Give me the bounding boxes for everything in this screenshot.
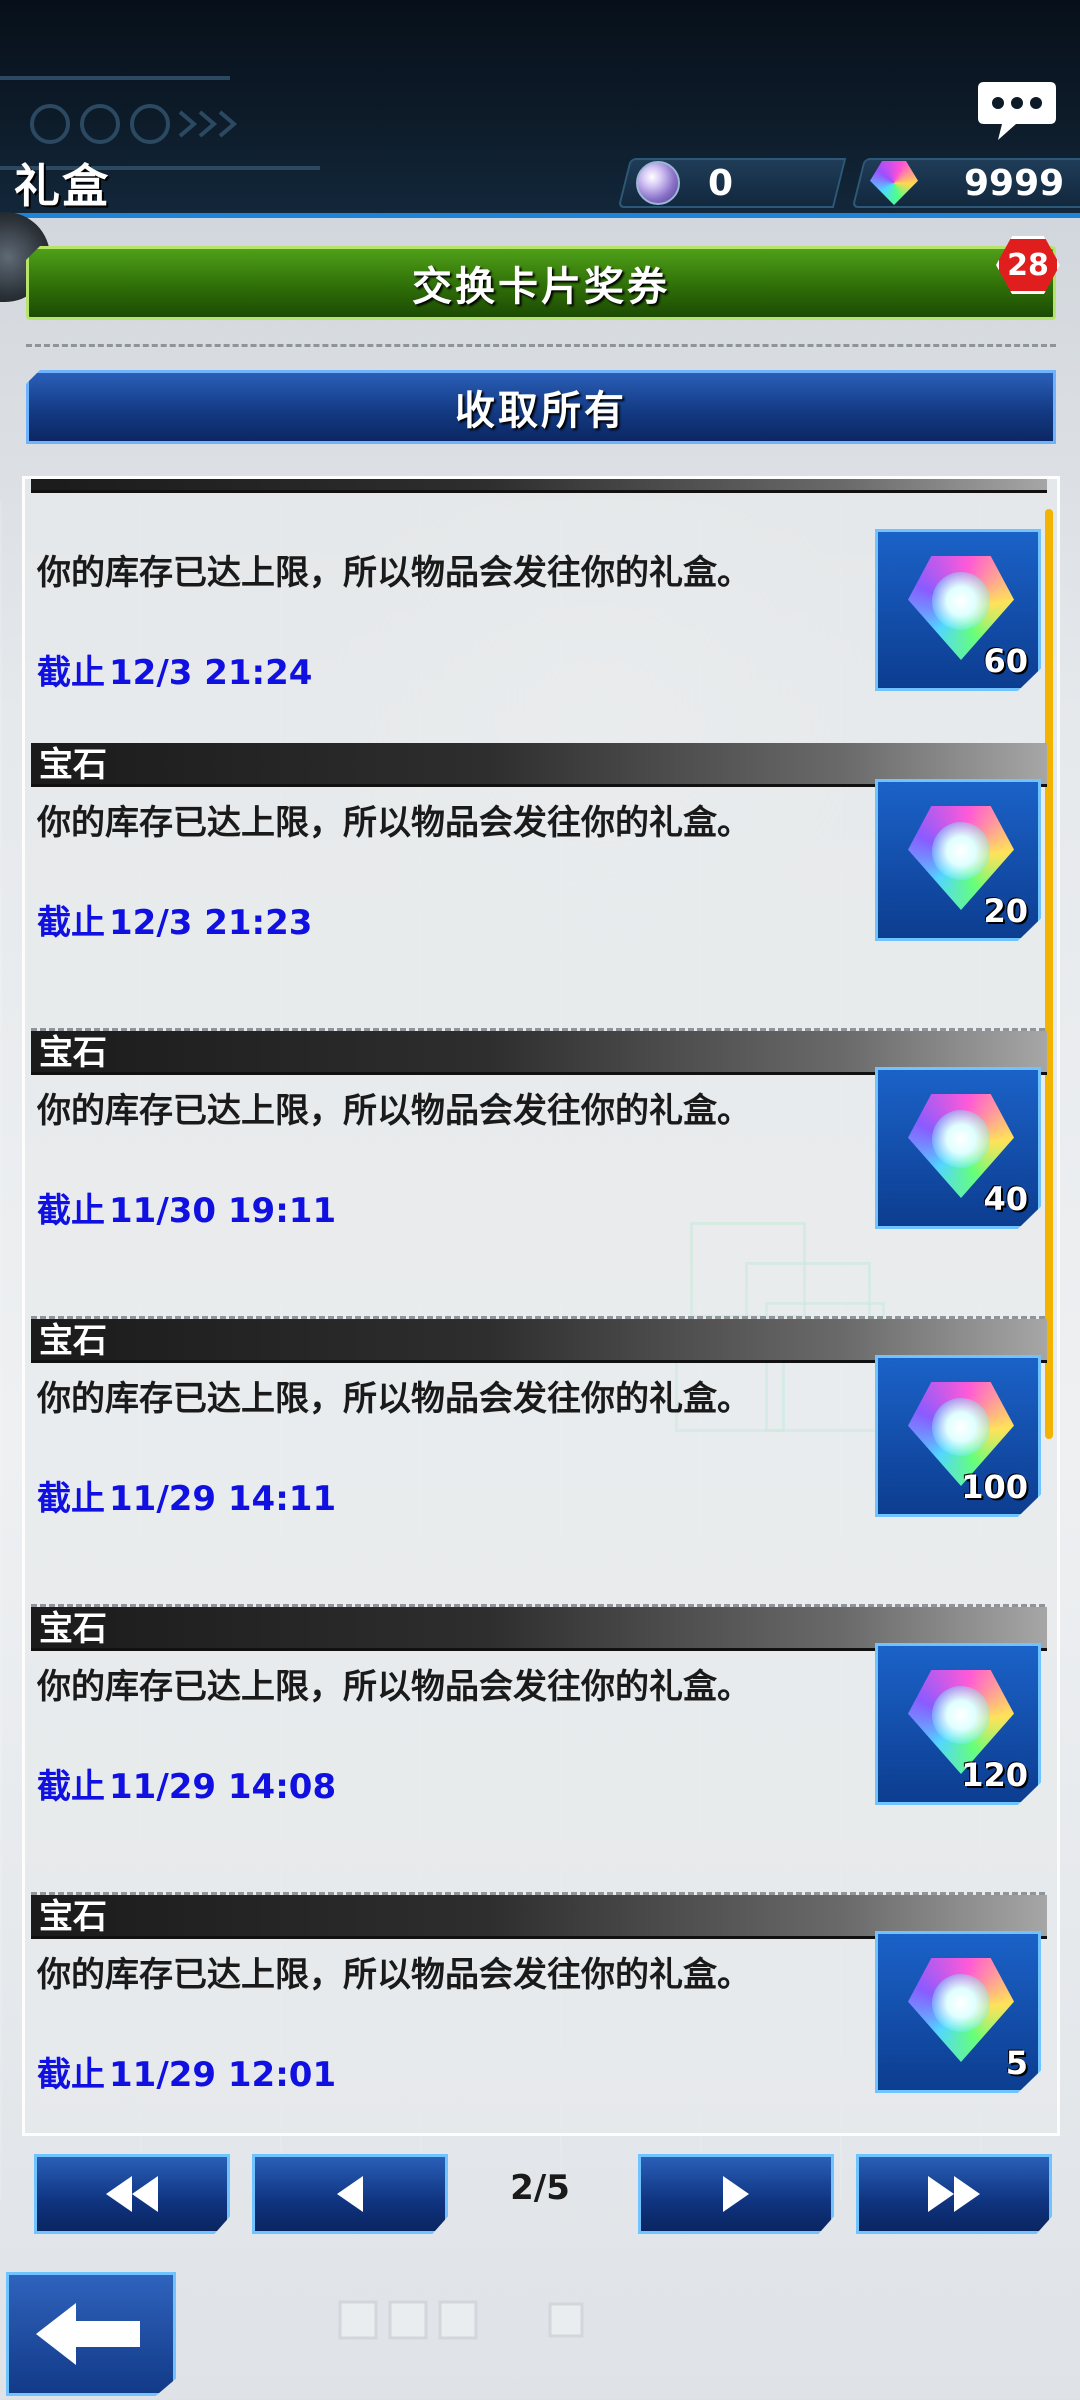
list-item[interactable]: 宝石 你的库存已达上限，所以物品会发往你的礼盒。 截止 11/29 14:11 1…: [25, 1319, 1051, 1607]
gem-quantity: 120: [961, 1756, 1028, 1794]
gem-reward-tile[interactable]: 60: [875, 529, 1041, 691]
footer-decoration: [338, 2300, 584, 2340]
item-description: 你的库存已达上限，所以物品会发往你的礼盒。: [37, 803, 751, 843]
list-item[interactable]: 你的库存已达上限，所以物品会发往你的礼盒。 截止 12/3 21:24 60: [25, 493, 1051, 781]
gem-glow: [932, 1686, 990, 1744]
item-description: 你的库存已达上限，所以物品会发往你的礼盒。: [37, 1379, 751, 1419]
item-description: 你的库存已达上限，所以物品会发往你的礼盒。: [37, 553, 751, 593]
deadline-time: 11/29 14:11: [109, 1479, 337, 1519]
exchange-card-tickets-button[interactable]: 交换卡片奖券: [26, 246, 1056, 320]
gem-reward-tile[interactable]: 120: [875, 1643, 1041, 1805]
list-item[interactable]: 宝石 你的库存已达上限，所以物品会发往你的礼盒。 截止 12/3 21:23 20: [25, 743, 1051, 1031]
gem-glow: [932, 822, 990, 880]
currency-orb: 0: [617, 158, 847, 208]
item-deadline: 截止 11/29 14:08: [37, 1759, 336, 1808]
deadline-label: 截止: [37, 1479, 105, 1519]
deadline-time: 11/29 14:08: [109, 1767, 337, 1807]
item-deadline: 截止 11/30 19:11: [37, 1183, 336, 1232]
page-indicator: 2/5: [510, 2168, 570, 2208]
receive-all-button[interactable]: 收取所有: [26, 370, 1056, 444]
divider: [26, 344, 1056, 347]
page-title: 礼盒: [14, 159, 110, 213]
item-description: 你的库存已达上限，所以物品会发往你的礼盒。: [37, 1667, 751, 1707]
next-page-icon: [723, 2176, 749, 2212]
last-page-button[interactable]: [856, 2154, 1052, 2234]
item-deadline: 截止 11/29 14:11: [37, 1471, 336, 1520]
deadline-label: 截止: [37, 1191, 105, 1231]
deadline-time: 11/29 12:01: [109, 2055, 337, 2095]
item-deadline: 截止 11/29 12:01: [37, 2047, 336, 2096]
gem-glow: [932, 1974, 990, 2032]
gem-glow: [932, 1110, 990, 1168]
gem-quantity: 60: [983, 642, 1028, 680]
list-item[interactable]: 宝石 你的库存已达上限，所以物品会发往你的礼盒。 截止 11/29 14:08 1…: [25, 1607, 1051, 1895]
deadline-label: 截止: [37, 903, 105, 943]
top-bar: 礼盒 0 9999: [0, 0, 1080, 218]
gem-glow: [932, 572, 990, 630]
gem-quantity: 40: [983, 1180, 1028, 1218]
gem-glow: [932, 1398, 990, 1456]
item-deadline: 截止 12/3 21:24: [37, 645, 312, 694]
gem-reward-tile[interactable]: 20: [875, 779, 1041, 941]
gem-reward-tile[interactable]: 40: [875, 1067, 1041, 1229]
gem-quantity: 5: [1005, 2044, 1028, 2082]
deadline-label: 截止: [37, 2055, 105, 2095]
deadline-time: 11/30 19:11: [109, 1191, 337, 1231]
next-page-button[interactable]: [638, 2154, 834, 2234]
last-page-icon: [928, 2176, 980, 2212]
orb-count: 0: [708, 162, 734, 204]
item-description: 你的库存已达上限，所以物品会发往你的礼盒。: [37, 1091, 751, 1131]
item-header-partial: [31, 479, 1047, 493]
gem-quantity: 20: [983, 892, 1028, 930]
gem-reward-tile[interactable]: 5: [875, 1931, 1041, 2093]
deadline-time: 12/3 21:23: [109, 903, 313, 943]
item-description: 你的库存已达上限，所以物品会发往你的礼盒。: [37, 1955, 751, 1995]
orb-icon: [636, 161, 680, 205]
prev-page-button[interactable]: [252, 2154, 448, 2234]
deadline-label: 截止: [37, 653, 105, 693]
list-item[interactable]: 宝石 你的库存已达上限，所以物品会发往你的礼盒。 截止 11/30 19:11 4…: [25, 1031, 1051, 1319]
item-deadline: 截止 12/3 21:23: [37, 895, 312, 944]
gem-reward-tile[interactable]: 100: [875, 1355, 1041, 1517]
deadline-time: 12/3 21:24: [109, 653, 313, 693]
back-arrow-icon: [36, 2303, 140, 2365]
gem-icon: [870, 161, 918, 205]
back-button[interactable]: [6, 2272, 176, 2396]
first-page-icon: [106, 2176, 158, 2212]
gift-list[interactable]: 你的库存已达上限，所以物品会发往你的礼盒。 截止 12/3 21:24 60 宝石…: [22, 476, 1060, 2136]
first-page-button[interactable]: [34, 2154, 230, 2234]
prev-page-icon: [337, 2176, 363, 2212]
list-item[interactable]: 宝石 你的库存已达上限，所以物品会发往你的礼盒。 截止 11/29 12:01 5: [25, 1895, 1051, 2133]
currency-gem: 9999: [851, 158, 1080, 208]
deadline-label: 截止: [37, 1767, 105, 1807]
gem-count: 9999: [964, 162, 1065, 204]
gem-quantity: 100: [961, 1468, 1028, 1506]
chat-bubble-icon[interactable]: [976, 78, 1058, 144]
